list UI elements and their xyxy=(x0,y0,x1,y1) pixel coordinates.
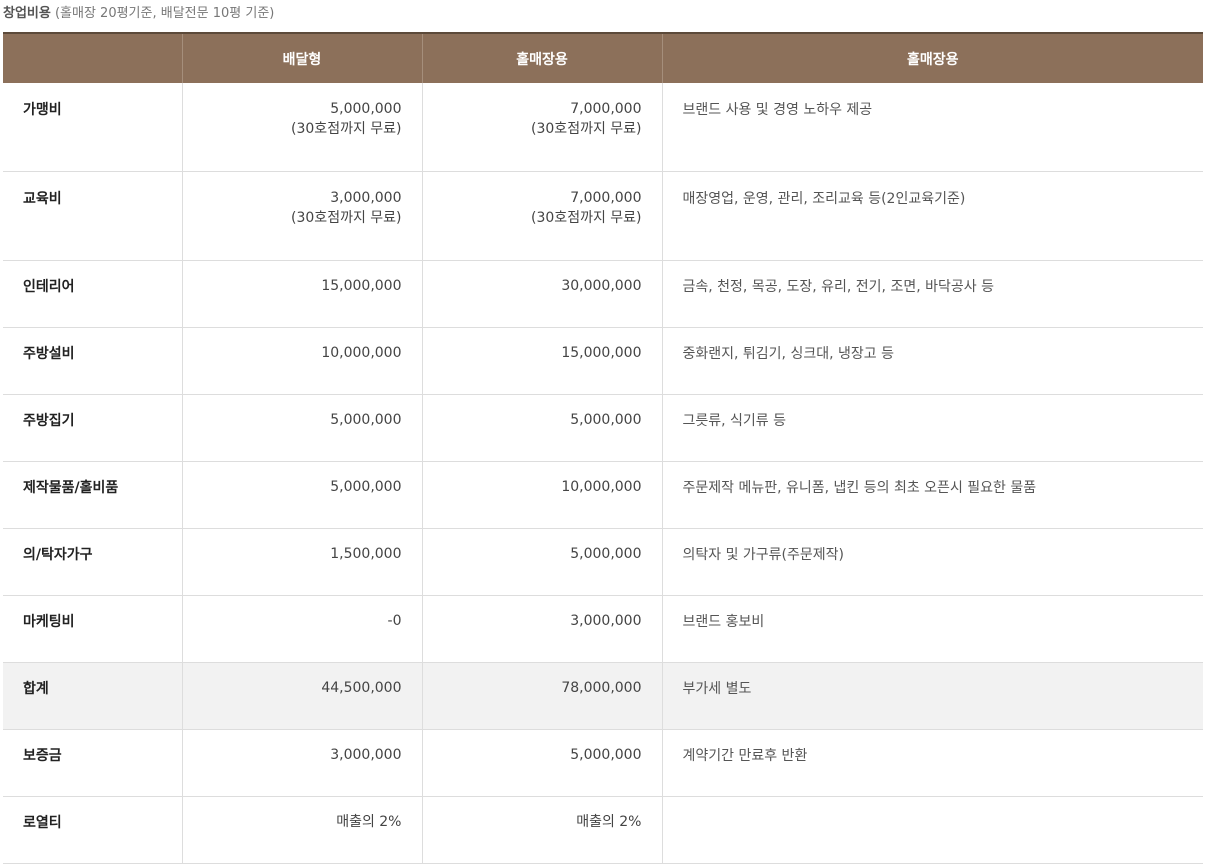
row-delivery-cost: 5,000,000 xyxy=(181,394,422,462)
row-description: 계약기간 만료후 반환 xyxy=(661,729,1203,797)
row-description: 브랜드 홍보비 xyxy=(661,595,1203,663)
row-hall-cost: 3,000,000 xyxy=(421,595,662,663)
row-delivery-cost: 10,000,000 xyxy=(181,327,422,395)
row-item: 제작물품/홀비품 xyxy=(3,461,182,529)
table-caption: 창업비용 (홀매장 20평기준, 배달전문 10평 기준) xyxy=(3,3,274,25)
table-row: 로열티 매출의 2% 매출의 2% xyxy=(3,796,1203,864)
row-item: 주방설비 xyxy=(3,327,182,395)
row-hall-cost: 5,000,000 xyxy=(421,528,662,596)
row-item: 주방집기 xyxy=(3,394,182,462)
row-hall-cost: 7,000,000 (30호점까지 무료) xyxy=(421,83,662,172)
row-hall-cost: 10,000,000 xyxy=(421,461,662,529)
table-row: 주방설비 10,000,000 15,000,000 중화랜지, 튀김기, 싱크… xyxy=(3,327,1203,395)
row-item: 마케팅비 xyxy=(3,595,182,663)
hall-value: 7,000,000 xyxy=(570,190,642,206)
row-delivery-cost: 44,500,000 xyxy=(181,662,422,730)
table-header-row: 배달형 홀매장용 홀매장용 xyxy=(3,33,1203,83)
row-delivery-cost: 3,000,000 (30호점까지 무료) xyxy=(181,171,422,261)
table-row: 교육비 3,000,000 (30호점까지 무료) 7,000,000 (30호점까… xyxy=(3,171,1203,261)
row-item: 가맹비 xyxy=(3,83,182,172)
table-row: 주방집기 5,000,000 5,000,000 그릇류, 식기류 등 xyxy=(3,394,1203,462)
header-hall: 홀매장용 xyxy=(421,33,662,83)
row-delivery-cost: 15,000,000 xyxy=(181,260,422,328)
row-description: 중화랜지, 튀김기, 싱크대, 냉장고 등 xyxy=(661,327,1203,395)
row-description: 그릇류, 식기류 등 xyxy=(661,394,1203,462)
caption-title: 창업비용 xyxy=(3,6,51,21)
row-hall-cost: 15,000,000 xyxy=(421,327,662,395)
delivery-note: (30호점까지 무료) xyxy=(291,210,402,226)
table-row: 인테리어 15,000,000 30,000,000 금속, 천정, 목공, 도… xyxy=(3,260,1203,328)
row-delivery-cost: 1,500,000 xyxy=(181,528,422,596)
row-hall-cost: 5,000,000 xyxy=(421,394,662,462)
table-row: 마케팅비 -0 3,000,000 브랜드 홍보비 xyxy=(3,595,1203,663)
row-delivery-cost: 5,000,000 (30호점까지 무료) xyxy=(181,83,422,172)
total-row: 합계 44,500,000 78,000,000 부가세 별도 xyxy=(3,662,1203,730)
row-item: 인테리어 xyxy=(3,260,182,328)
row-hall-cost: 매출의 2% xyxy=(421,796,662,864)
row-delivery-cost: -0 xyxy=(181,595,422,663)
row-hall-cost: 5,000,000 xyxy=(421,729,662,797)
hall-note: (30호점까지 무료) xyxy=(531,121,642,137)
row-delivery-cost: 매출의 2% xyxy=(181,796,422,864)
startup-cost-table: 배달형 홀매장용 홀매장용 가맹비 5,000,000 (30호점까지 무료) 7… xyxy=(3,32,1203,864)
hall-note: (30호점까지 무료) xyxy=(531,210,642,226)
row-item: 합계 xyxy=(3,662,182,730)
row-description: 금속, 천정, 목공, 도장, 유리, 전기, 조면, 바닥공사 등 xyxy=(661,260,1203,328)
header-delivery: 배달형 xyxy=(181,33,422,83)
row-hall-cost: 78,000,000 xyxy=(421,662,662,730)
row-item: 보증금 xyxy=(3,729,182,797)
row-description: 의탁자 및 가구류(주문제작) xyxy=(661,528,1203,596)
row-description: 매장영업, 운영, 관리, 조리교육 등(2인교육기준) xyxy=(661,171,1203,261)
row-description: 브랜드 사용 및 경영 노하우 제공 xyxy=(661,83,1203,172)
hall-value: 7,000,000 xyxy=(570,101,642,117)
delivery-note: (30호점까지 무료) xyxy=(291,121,402,137)
row-item: 로열티 xyxy=(3,796,182,864)
header-description: 홀매장용 xyxy=(661,33,1203,83)
row-description: 부가세 별도 xyxy=(661,662,1203,730)
row-item: 교육비 xyxy=(3,171,182,261)
table-row: 의/탁자가구 1,500,000 5,000,000 의탁자 및 가구류(주문제… xyxy=(3,528,1203,596)
delivery-value: 3,000,000 xyxy=(330,190,402,206)
row-item: 의/탁자가구 xyxy=(3,528,182,596)
table-row: 제작물품/홀비품 5,000,000 10,000,000 주문제작 메뉴판, … xyxy=(3,461,1203,529)
row-delivery-cost: 3,000,000 xyxy=(181,729,422,797)
delivery-value: 5,000,000 xyxy=(330,101,402,117)
header-item xyxy=(3,33,182,83)
table-row: 보증금 3,000,000 5,000,000 계약기간 만료후 반환 xyxy=(3,729,1203,797)
row-description xyxy=(661,796,1203,864)
caption-subtitle: (홀매장 20평기준, 배달전문 10평 기준) xyxy=(50,6,275,21)
table-row: 가맹비 5,000,000 (30호점까지 무료) 7,000,000 (30호점까… xyxy=(3,83,1203,172)
row-description: 주문제작 메뉴판, 유니폼, 냅킨 등의 최초 오픈시 필요한 물품 xyxy=(661,461,1203,529)
row-hall-cost: 7,000,000 (30호점까지 무료) xyxy=(421,171,662,261)
row-delivery-cost: 5,000,000 xyxy=(181,461,422,529)
row-hall-cost: 30,000,000 xyxy=(421,260,662,328)
